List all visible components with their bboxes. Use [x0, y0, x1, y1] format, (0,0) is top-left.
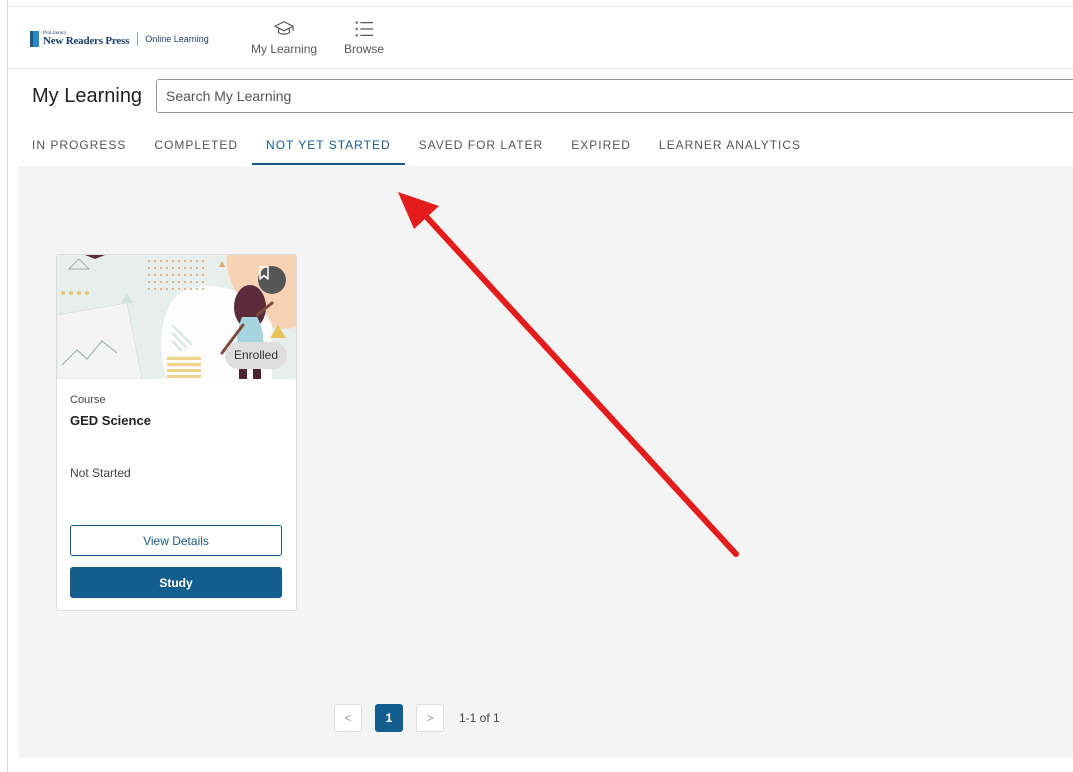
tab-saved-for-later[interactable]: SAVED FOR LATER [405, 133, 558, 165]
prev-page-button[interactable]: < [334, 704, 362, 732]
top-navigation: ProLiteracy New Readers Press Online Lea… [8, 6, 1073, 69]
card-title[interactable]: GED Science [70, 413, 151, 428]
course-card: Enrolled Course GED Science Not Started … [56, 254, 297, 611]
study-button[interactable]: Study [70, 567, 282, 598]
brand-name: New Readers Press [43, 35, 130, 47]
nav-my-learning[interactable]: My Learning [251, 19, 317, 56]
search-input[interactable] [156, 79, 1073, 113]
list-icon [355, 21, 374, 37]
learning-tabs: IN PROGRESS COMPLETED NOT YET STARTED SA… [18, 133, 815, 165]
page-title: My Learning [32, 85, 143, 107]
app-frame: ProLiteracy New Readers Press Online Lea… [7, 0, 1073, 772]
card-status: Not Started [70, 466, 131, 480]
course-thumbnail[interactable]: Enrolled [57, 255, 296, 379]
tab-learner-analytics[interactable]: LEARNER ANALYTICS [645, 133, 815, 165]
pagination-range: 1-1 of 1 [459, 711, 500, 725]
pagination: < 1 > 1-1 of 1 [334, 704, 500, 732]
nav-browse[interactable]: Browse [344, 19, 384, 56]
next-page-button[interactable]: > [416, 704, 444, 732]
enrolled-badge: Enrolled [225, 342, 288, 369]
bookmark-icon [259, 266, 269, 280]
brand-subtitle: Online Learning [145, 34, 209, 44]
page-1-button[interactable]: 1 [375, 704, 403, 732]
book-logo-icon [30, 31, 39, 47]
nav-my-learning-label: My Learning [251, 42, 318, 56]
tab-in-progress[interactable]: IN PROGRESS [18, 133, 140, 165]
brand-logo[interactable]: ProLiteracy New Readers Press Online Lea… [30, 28, 209, 50]
card-type: Course [70, 394, 106, 406]
brand-divider [137, 32, 139, 46]
graduation-cap-icon [274, 21, 294, 35]
tab-completed[interactable]: COMPLETED [140, 133, 252, 165]
bookmark-button[interactable] [258, 266, 286, 294]
tab-expired[interactable]: EXPIRED [557, 133, 645, 165]
tab-not-yet-started[interactable]: NOT YET STARTED [252, 133, 405, 165]
nav-browse-label: Browse [344, 42, 385, 56]
content-area: Enrolled Course GED Science Not Started … [18, 166, 1073, 758]
view-details-button[interactable]: View Details [70, 525, 282, 556]
